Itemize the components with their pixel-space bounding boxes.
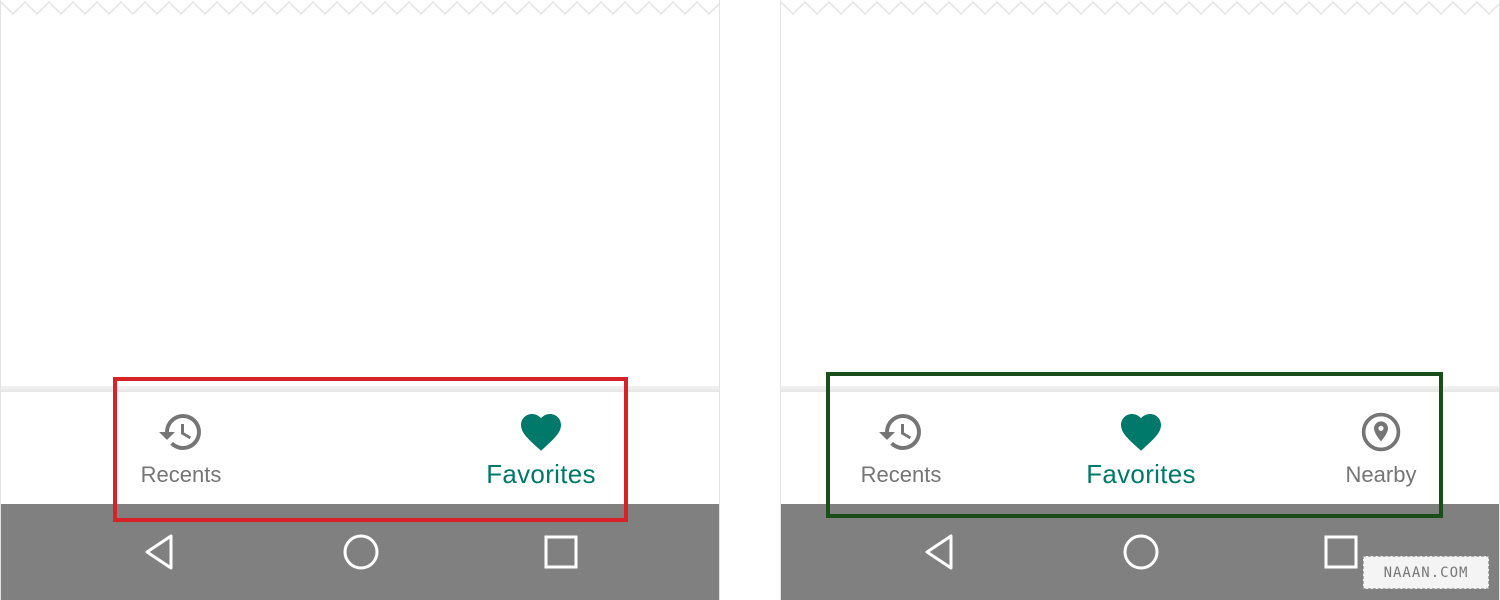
recents-square-icon[interactable]	[541, 532, 581, 572]
heart-icon	[1117, 408, 1165, 456]
left-phone-screen: Recents Favorites	[0, 0, 720, 600]
system-navigation-bar	[1, 504, 719, 600]
heart-icon	[517, 408, 565, 456]
recents-square-icon[interactable]	[1321, 532, 1361, 572]
bottom-navigation: Recents Favorites Nearby	[781, 392, 1499, 504]
back-icon[interactable]	[921, 532, 961, 572]
home-icon[interactable]	[341, 532, 381, 572]
history-icon	[877, 408, 925, 456]
content-area	[1, 22, 719, 388]
nav-label-recents: Recents	[860, 462, 942, 487]
nav-item-favorites[interactable]: Favorites	[1061, 392, 1221, 504]
bottom-navigation: Recents Favorites	[1, 392, 719, 504]
nav-item-favorites[interactable]: Favorites	[461, 392, 621, 504]
zigzag-edge	[1, 0, 719, 16]
nav-item-recents[interactable]: Recents	[101, 392, 261, 504]
nav-item-recents[interactable]: Recents	[821, 392, 981, 504]
watermark: NAAAN.COM	[1363, 556, 1489, 589]
history-icon	[157, 408, 205, 456]
home-icon[interactable]	[1121, 532, 1161, 572]
location-icon	[1357, 408, 1405, 456]
nav-label-nearby: Nearby	[1345, 462, 1417, 487]
nav-label-favorites: Favorites	[486, 459, 596, 489]
content-area	[781, 22, 1499, 388]
back-icon[interactable]	[141, 532, 181, 572]
right-phone-screen: Recents Favorites Nearby	[780, 0, 1500, 600]
nav-item-nearby[interactable]: Nearby	[1301, 392, 1461, 504]
zigzag-edge	[781, 0, 1499, 16]
nav-label-recents: Recents	[140, 462, 222, 487]
nav-label-favorites: Favorites	[1086, 459, 1196, 489]
